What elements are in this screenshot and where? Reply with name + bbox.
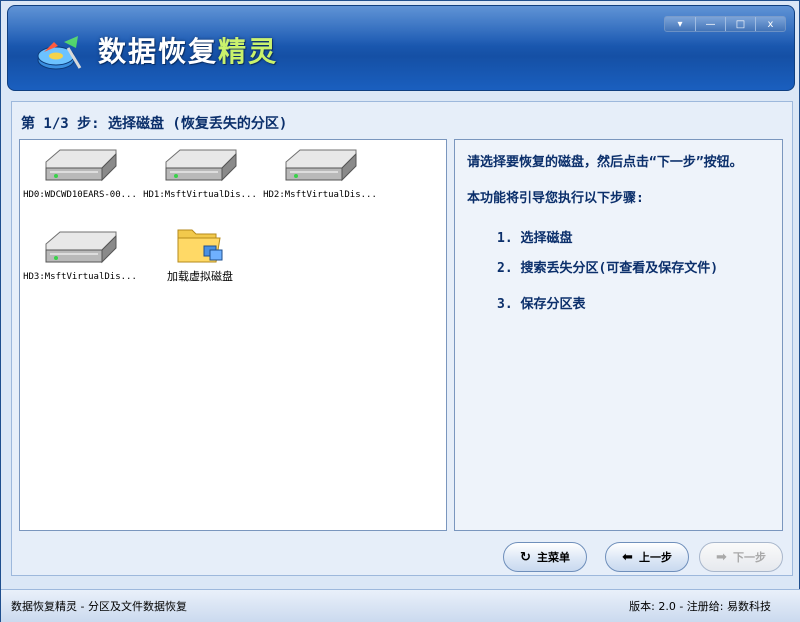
- instructions-panel: 请选择要恢复的磁盘，然后点击“下一步”按钮。 本功能将引导您执行以下步骤: 1.…: [454, 139, 783, 531]
- arrow-right-icon: ➡: [716, 549, 727, 565]
- window-controls: ▾ — □ x: [664, 16, 786, 32]
- app-title-part1: 数据恢复: [98, 35, 219, 68]
- step-title: 第 1/3 步: 选择磁盘 (恢复丢失的分区): [21, 116, 288, 132]
- app-title-part2: 精灵: [218, 35, 279, 68]
- prev-step-button[interactable]: ⬅ 上一步: [605, 542, 689, 572]
- hard-disk-icon: [165, 149, 237, 182]
- menu-dropdown-button[interactable]: ▾: [665, 17, 695, 31]
- instruction-intro: 请选择要恢复的磁盘，然后点击“下一步”按钮。: [467, 155, 743, 170]
- refresh-icon: ↻: [520, 549, 531, 565]
- next-step-label: 下一步: [732, 551, 766, 564]
- status-bar: 数据恢复精灵 - 分区及文件数据恢复 版本: 2.0 - 注册给: 易数科技: [1, 589, 800, 622]
- status-version-info: 版本: 2.0 - 注册给: 易数科技: [629, 600, 771, 613]
- disk-list-panel[interactable]: HD0:WDCWD10EARS-00... HD1:MsftVirtualDis…: [19, 139, 447, 531]
- instruction-steps: 1. 选择磁盘 2. 搜索丢失分区(可查看及保存文件) 3. 保存分区表: [467, 228, 770, 316]
- disk-label: HD2:MsftVirtualDis...: [263, 190, 377, 200]
- arrow-left-icon: ⬅: [622, 549, 633, 565]
- disk-item-hd1[interactable]: HD1:MsftVirtualDis...: [140, 144, 260, 210]
- folder-virtual-disk-icon: [177, 229, 223, 263]
- instruction-step-2: 2. 搜索丢失分区(可查看及保存文件): [497, 261, 719, 276]
- next-step-button[interactable]: ➡ 下一步: [699, 542, 783, 572]
- instruction-step-1: 1. 选择磁盘: [497, 231, 573, 246]
- status-app-info: 数据恢复精灵 - 分区及文件数据恢复: [11, 600, 187, 613]
- disk-label: 加载虚拟磁盘: [167, 270, 233, 283]
- app-window: 数据恢复精灵 ▾ — □ x 第 1/3 步: 选择磁盘 (恢复丢失的分区) H…: [0, 0, 800, 622]
- main-menu-button[interactable]: ↻ 主菜单: [503, 542, 587, 572]
- disk-label: HD3:MsftVirtualDis...: [23, 272, 137, 282]
- instruction-guide: 本功能将引导您执行以下步骤:: [467, 191, 644, 206]
- header-banner: 数据恢复精灵 ▾ — □ x: [7, 5, 795, 91]
- minimize-button[interactable]: —: [695, 17, 725, 31]
- disk-item-hd3[interactable]: HD3:MsftVirtualDis...: [20, 226, 140, 292]
- disk-item-hd0[interactable]: HD0:WDCWD10EARS-00...: [20, 144, 140, 210]
- disk-label: HD1:MsftVirtualDis...: [143, 190, 257, 200]
- disk-label: HD0:WDCWD10EARS-00...: [23, 190, 137, 200]
- maximize-button[interactable]: □: [725, 17, 755, 31]
- app-title: 数据恢复精灵: [98, 30, 278, 70]
- close-button[interactable]: x: [755, 17, 785, 31]
- prev-step-label: 上一步: [638, 551, 672, 564]
- instruction-step-3: 3. 保存分区表: [497, 297, 586, 312]
- load-virtual-disk-item[interactable]: 加载虚拟磁盘: [140, 220, 260, 286]
- hard-disk-icon: [45, 149, 117, 182]
- main-menu-label: 主菜单: [536, 551, 570, 564]
- hard-disk-icon: [285, 149, 357, 182]
- app-logo-icon: [37, 36, 82, 70]
- disk-item-hd2[interactable]: HD2:MsftVirtualDis...: [260, 144, 380, 210]
- hard-disk-icon: [45, 231, 117, 264]
